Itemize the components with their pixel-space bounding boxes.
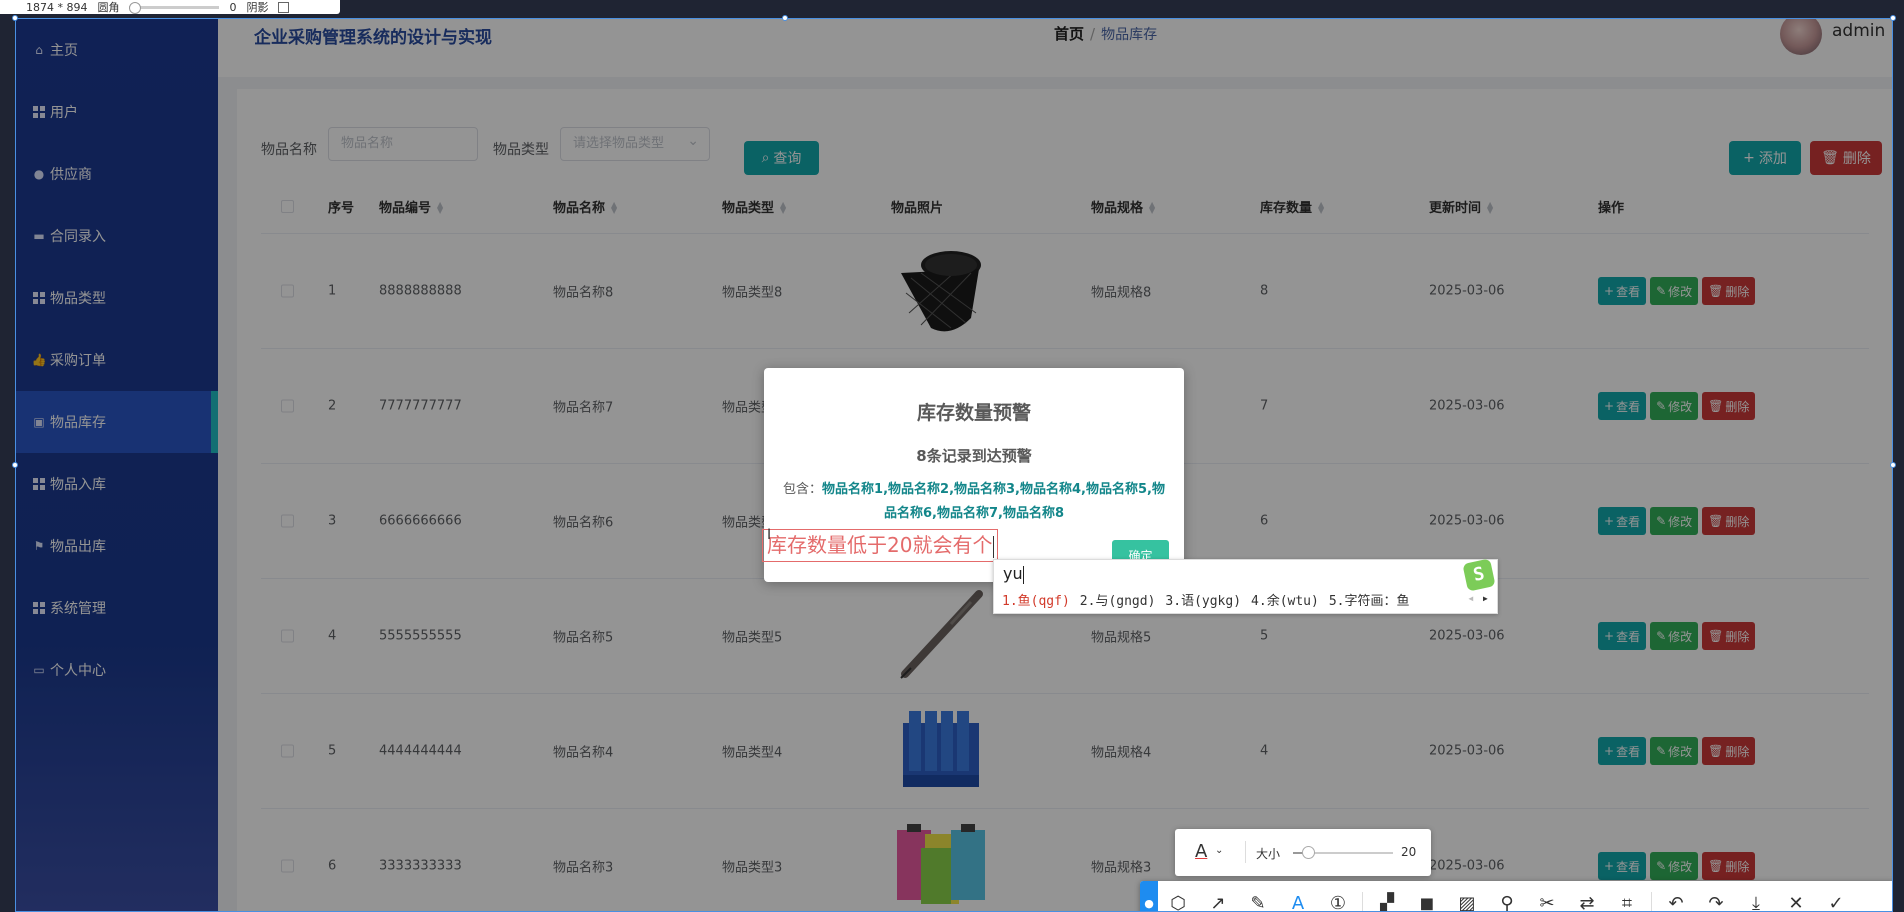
ime-candidate[interactable]: 4.余(wtu) [1251,594,1319,609]
download-icon[interactable]: ⤓ [1736,881,1776,912]
ime-candidate[interactable]: 3.语(ygkg) [1165,594,1241,609]
screenshot-toolbar: ● ⬡ ↗ ✎ A ① ▞ ◼ ▨ ⚲ ✂ ⇄ ⌗ ↶ ↷ ⤓ ✕ ✓ [1140,881,1892,912]
radius-slider[interactable] [129,1,220,14]
dialog-list-names: 物品名称1,物品名称2,物品名称3,物品名称4,物品名称5,物品名称6,物品名称… [822,482,1165,521]
pin-icon[interactable]: ⚲ [1487,881,1527,912]
ime-candidate[interactable]: 1.鱼(qgf) [1002,594,1070,609]
ime-code-text: yu [1003,564,1023,583]
shadow-label: 阴影 [246,1,269,14]
mosaic-icon[interactable]: ▞ [1367,881,1407,912]
toolbar-handle-icon[interactable]: ● [1140,881,1158,912]
resize-handle[interactable] [1890,15,1896,21]
resize-handle[interactable] [1890,462,1896,468]
ime-logo-icon: S [1462,558,1496,592]
ibeam-cursor-icon: I [767,527,772,543]
size-slider-thumb[interactable] [1302,846,1315,859]
translate-icon[interactable]: ⇄ [1567,881,1607,912]
annotation-textbox[interactable]: 库存数量低于20就会有个 [762,529,998,562]
text-caret [993,535,995,558]
capture-dimensions: 1874 * 894 [26,0,88,14]
chevron-down-icon[interactable]: ⌄ [1215,845,1223,856]
pen-icon[interactable]: ✎ [1238,881,1278,912]
hatch-icon[interactable]: ▨ [1447,881,1487,912]
radius-value: 0 [229,0,237,14]
arrow-icon[interactable]: ↗ [1198,881,1238,912]
radius-label: 圆角 [97,1,120,14]
dialog-subtitle: 8条记录到达预警 [916,447,1032,465]
shadow-checkbox[interactable] [278,1,290,13]
shape-icon[interactable]: ⬡ [1158,881,1198,912]
next-page-icon[interactable]: ▸ [1482,591,1489,605]
dialog-list-prefix: 包含： [783,482,823,497]
ocr-icon[interactable]: ⌗ [1607,881,1647,912]
size-slider[interactable] [1293,846,1393,859]
close-icon[interactable]: ✕ [1776,881,1816,912]
prev-page-icon[interactable]: ◂ [1467,591,1474,605]
font-size-panel: A ⌄ 大小 20 [1175,829,1431,876]
text-icon[interactable]: A [1278,881,1318,912]
ime-candidates: 1.鱼(qgf) 2.与(gngd) 3.语(ygkg) 4.余(wtu) 5.字符画：… [1002,590,1420,609]
annotation-text: 库存数量低于20就会有个 [767,533,993,557]
capture-info-bar: 1874 * 894 圆角 0 阴影 [0,0,340,14]
dialog-item-list: 包含：物品名称1,物品名称2,物品名称3,物品名称4,物品名称5,物品名称6,物… [780,478,1168,526]
toolbar-divider [1362,892,1363,912]
ime-candidate[interactable]: 2.与(gngd) [1080,594,1156,609]
undo-icon[interactable]: ↶ [1656,881,1696,912]
check-icon[interactable]: ✓ [1816,881,1856,912]
ime-candidate[interactable]: 5.字符画：鱼 [1329,594,1410,609]
font-color-icon[interactable]: A [1195,841,1207,862]
resize-handle[interactable] [782,15,788,21]
ime-caret [1022,565,1024,584]
resize-handle[interactable] [12,15,18,21]
blur-icon[interactable]: ◼ [1407,881,1447,912]
number-icon[interactable]: ① [1318,881,1358,912]
divider [1245,841,1246,863]
ime-page-arrows[interactable]: ◂ ▸ [1467,591,1489,605]
ime-candidate-window: yu 1.鱼(qgf) 2.与(gngd) 3.语(ygkg) 4.余(wtu) 5.字… [993,558,1498,614]
scissors-icon[interactable]: ✂ [1527,881,1567,912]
toolbar-divider [1651,892,1652,912]
size-label: 大小 [1256,847,1281,861]
size-value: 20 [1401,845,1417,859]
desktop: 1874 * 894 圆角 0 阴影 ⌂ 主页 用户 ● 供应商 ▬ 合同录入 物品类型 👍 采购… [0,0,1904,912]
ime-composition: yu [1003,564,1024,584]
dialog-title: 库存数量预警 [916,402,1031,424]
resize-handle[interactable] [12,462,18,468]
app-window: ⌂ 主页 用户 ● 供应商 ▬ 合同录入 物品类型 👍 采购订单 ▣ 物品库存 物品入库 ⚑ 物品出库 系统管… [16,19,1892,912]
redo-icon[interactable]: ↷ [1696,881,1736,912]
